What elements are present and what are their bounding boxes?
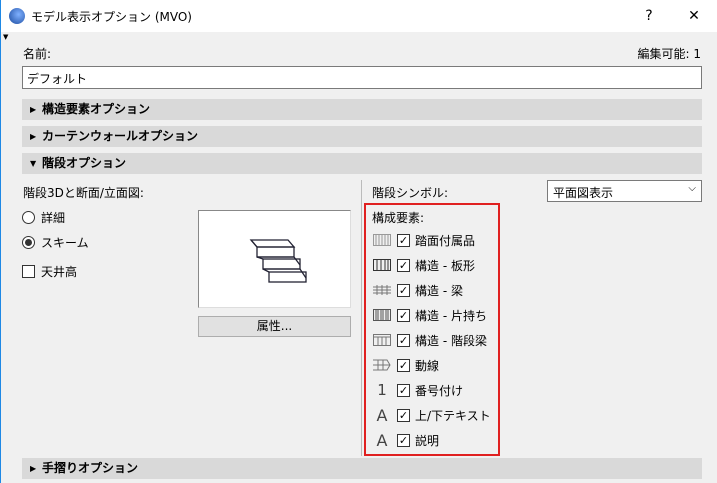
checkbox-label: 天井高 <box>41 265 78 279</box>
expand-icon: ▶ <box>30 464 37 473</box>
component-label: 踏面付属品 <box>415 233 476 248</box>
radio-button[interactable] <box>22 236 35 249</box>
component-item[interactable]: ✓ 構造 - 板形 <box>372 255 475 275</box>
component-label: 説明 <box>415 433 440 448</box>
editable-count: 編集可能: 1 <box>637 47 702 61</box>
section-label: 手摺りオプション <box>42 461 139 475</box>
stair-preview <box>198 210 351 308</box>
numbering-icon: 1 <box>377 381 387 399</box>
component-item[interactable]: ✓ 構造 - 階段梁 <box>372 330 487 350</box>
structure-stringer-icon <box>372 333 392 347</box>
text-icon: A <box>376 405 388 425</box>
section-label: 階段オプション <box>42 156 127 170</box>
radio-detail[interactable]: 詳細 <box>22 209 65 226</box>
name-input[interactable]: デフォルト <box>22 66 702 89</box>
section-stair[interactable]: ▼ 階段オプション <box>22 153 702 174</box>
chevron-down-icon: ⌵ <box>688 183 696 194</box>
checkbox[interactable]: ✓ <box>397 358 410 372</box>
select-value: 平面図表示 <box>553 186 614 200</box>
radio-label: スキーム <box>41 236 89 250</box>
checkbox[interactable]: ✓ <box>397 408 410 422</box>
section-label: 構造要素オプション <box>42 102 151 116</box>
checkbox[interactable]: ✓ <box>397 383 410 397</box>
ceiling-checkbox[interactable]: 天井高 <box>22 263 77 280</box>
title-bar: モデル表示オプション (MVO) ? ✕ <box>1 0 717 32</box>
help-button[interactable]: ? <box>634 4 664 28</box>
checkbox[interactable] <box>22 265 35 278</box>
structure-beam-icon <box>372 283 392 297</box>
window-title: モデル表示オプション (MVO) <box>31 10 192 24</box>
close-button[interactable]: ✕ <box>679 4 709 28</box>
component-item[interactable]: A ✓ 上/下テキスト <box>372 405 491 425</box>
radio-button[interactable] <box>22 211 35 224</box>
collapse-arrow-icon[interactable]: ▼ <box>3 33 8 41</box>
stair-preview-icon <box>249 239 307 283</box>
component-label: 構造 - 片持ち <box>415 308 487 323</box>
checkbox[interactable]: ✓ <box>397 333 410 347</box>
stair-symbol-label: 階段シンボル: <box>372 186 449 200</box>
section-label: カーテンウォールオプション <box>42 129 199 143</box>
walking-line-icon <box>372 358 392 372</box>
tread-hatch-icon <box>372 233 392 247</box>
components-label: 構成要素: <box>372 211 425 225</box>
component-item[interactable]: 1 ✓ 番号付け <box>372 380 463 400</box>
section-curtain-wall[interactable]: ▶ カーテンウォールオプション <box>22 126 702 147</box>
divider <box>361 180 362 456</box>
checkbox[interactable]: ✓ <box>397 233 410 247</box>
radio-label: 詳細 <box>41 211 66 225</box>
structure-cantilever-icon <box>372 308 392 322</box>
component-label: 番号付け <box>415 383 464 398</box>
structure-slab-icon <box>372 258 392 272</box>
expand-icon: ▶ <box>30 132 37 141</box>
section-railing[interactable]: ▶ 手摺りオプション <box>22 458 702 479</box>
component-label: 上/下テキスト <box>415 408 491 423</box>
component-label: 構造 - 梁 <box>415 283 463 298</box>
app-logo-icon <box>9 8 25 24</box>
component-label: 構造 - 階段梁 <box>415 333 487 348</box>
checkbox[interactable]: ✓ <box>397 258 410 272</box>
component-item[interactable]: ✓ 構造 - 梁 <box>372 280 463 300</box>
checkbox[interactable]: ✓ <box>397 433 410 447</box>
text-icon: A <box>376 430 388 450</box>
stair-3d-label: 階段3Dと断面/立面図: <box>23 186 144 200</box>
section-structure[interactable]: ▶ 構造要素オプション <box>22 99 702 120</box>
component-item[interactable]: ✓ 動線 <box>372 355 439 375</box>
radio-scheme[interactable]: スキーム <box>22 234 89 251</box>
checkbox[interactable]: ✓ <box>397 308 410 322</box>
component-item[interactable]: ✓ 踏面付属品 <box>372 230 475 250</box>
name-label: 名前: <box>23 47 52 61</box>
component-item[interactable]: ✓ 構造 - 片持ち <box>372 305 487 325</box>
stair-symbol-select[interactable]: 平面図表示 ⌵ <box>547 180 702 202</box>
attributes-button[interactable]: 属性... <box>198 316 351 337</box>
collapse-icon: ▼ <box>30 159 37 168</box>
component-item[interactable]: A ✓ 説明 <box>372 430 440 450</box>
component-label: 動線 <box>415 358 440 373</box>
checkbox[interactable]: ✓ <box>397 283 410 297</box>
expand-icon: ▶ <box>30 105 37 114</box>
component-label: 構造 - 板形 <box>415 258 475 273</box>
